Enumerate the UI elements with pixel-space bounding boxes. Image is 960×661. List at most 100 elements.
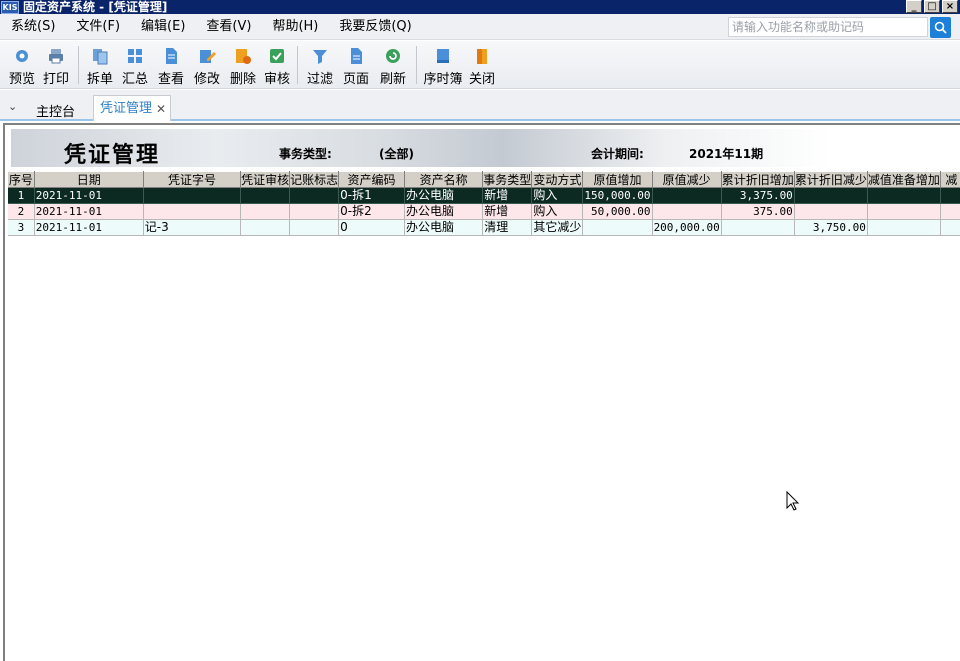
document-icon xyxy=(162,47,180,65)
table-cell: 50,000.00 xyxy=(582,203,653,220)
app-logo-icon: KIS xyxy=(1,0,19,14)
tab-label: 凭证管理 xyxy=(100,101,153,116)
table-cell xyxy=(240,187,291,204)
table-row[interactable]: 1 2021-11-01 0-拆1 办公电脑 新增 购入 150,000.00 … xyxy=(8,187,960,204)
door-exit-icon xyxy=(473,47,491,65)
chevron-down-icon[interactable]: ⌄ xyxy=(8,100,17,113)
table-cell xyxy=(940,203,960,220)
tab-home[interactable]: 主控台 xyxy=(36,101,75,120)
table-cell xyxy=(289,219,340,236)
column-header[interactable]: 凭证审核 xyxy=(240,171,291,188)
table-cell: 0-拆2 xyxy=(338,203,405,220)
period-label: 会计期间: xyxy=(591,147,644,161)
refresh-icon xyxy=(384,47,402,65)
search-input[interactable]: 请输入功能名称或助记码 xyxy=(728,17,928,37)
table-cell: 1 xyxy=(8,187,35,204)
unpack-button[interactable]: 拆单 xyxy=(83,41,117,89)
refresh-button[interactable]: 刷新 xyxy=(374,41,412,89)
type-label: 事务类型: xyxy=(279,147,332,161)
table-cell: 办公电脑 xyxy=(404,187,484,204)
tab-voucher-management[interactable]: 凭证管理 ✕ xyxy=(93,95,171,121)
table-cell xyxy=(143,203,242,220)
table-cell: 3,750.00 xyxy=(794,219,868,236)
table-cell xyxy=(867,187,941,204)
table-cell: 200,000.00 xyxy=(652,219,722,236)
column-header[interactable]: 累计折旧减少 xyxy=(794,171,868,188)
column-header[interactable]: 日期 xyxy=(34,171,144,188)
column-header[interactable]: 累计折旧增加 xyxy=(721,171,795,188)
table-cell: 购入 xyxy=(531,187,584,204)
checkmark-icon xyxy=(268,47,286,65)
table-cell: 375.00 xyxy=(721,203,795,220)
delete-button[interactable]: 删除 xyxy=(225,41,261,89)
modify-button[interactable]: 修改 xyxy=(189,41,225,89)
delete-icon xyxy=(234,47,252,65)
page-icon xyxy=(347,47,365,65)
menu-help[interactable]: 帮助(H) xyxy=(261,14,328,40)
table-cell: 购入 xyxy=(531,203,584,220)
column-header[interactable]: 凭证字号 xyxy=(143,171,242,188)
table-cell: 150,000.00 xyxy=(582,187,653,204)
filter-button[interactable]: 过滤 xyxy=(302,41,338,89)
ledger-icon xyxy=(434,47,452,65)
table-cell: 2021-11-01 xyxy=(34,203,144,220)
page-title: 凭证管理 xyxy=(64,142,161,168)
menu-feedback[interactable]: 我要反馈(Q) xyxy=(328,14,421,40)
printer-icon xyxy=(47,47,65,65)
toolbar-separator xyxy=(416,46,417,84)
menu-edit[interactable]: 编辑(E) xyxy=(130,14,195,40)
table-cell xyxy=(240,203,291,220)
table-cell xyxy=(721,219,795,236)
table-cell: 2021-11-01 xyxy=(34,187,144,204)
preview-button[interactable]: 预览 xyxy=(6,41,38,89)
column-header[interactable]: 原值减少 xyxy=(652,171,722,188)
table-cell: 2 xyxy=(8,203,35,220)
column-header[interactable]: 资产名称 xyxy=(404,171,484,188)
grid-icon xyxy=(126,47,144,65)
window-title: 固定资产系统 - [凭证管理] xyxy=(23,0,168,14)
voucher-grid: 序号 日期 凭证字号 凭证审核 记账标志 资产编码 资产名称 事务类型 变动方式… xyxy=(8,171,960,236)
maximize-button[interactable]: □ xyxy=(924,0,940,13)
table-cell xyxy=(794,203,868,220)
period-value: 2021年11期 xyxy=(689,147,764,161)
column-header[interactable]: 资产编码 xyxy=(338,171,405,188)
table-row[interactable]: 3 2021-11-01 记-3 0 办公电脑 清理 其它减少 200,000.… xyxy=(8,219,960,236)
close-icon[interactable]: ✕ xyxy=(156,96,166,122)
table-cell xyxy=(867,219,941,236)
table-cell: 2021-11-01 xyxy=(34,219,144,236)
view-button[interactable]: 查看 xyxy=(153,41,189,89)
column-header[interactable]: 减值准备增加 xyxy=(867,171,941,188)
table-cell: 清理 xyxy=(482,219,533,236)
table-cell xyxy=(940,187,960,204)
search-button[interactable] xyxy=(930,17,951,38)
toolbar-separator xyxy=(297,46,298,84)
column-header[interactable]: 序号 xyxy=(8,171,35,188)
table-cell: 其它减少 xyxy=(531,219,584,236)
menu-view[interactable]: 查看(V) xyxy=(195,14,261,40)
banner: 凭证管理 事务类型: (全部) 会计期间: 2021年11期 xyxy=(11,129,831,168)
column-header[interactable]: 事务类型 xyxy=(482,171,533,188)
print-button[interactable]: 打印 xyxy=(38,41,74,89)
table-row[interactable]: 2 2021-11-01 0-拆2 办公电脑 新增 购入 50,000.00 3… xyxy=(8,203,960,220)
summary-button[interactable]: 汇总 xyxy=(117,41,153,89)
menu-system[interactable]: 系统(S) xyxy=(0,14,65,40)
table-cell xyxy=(289,203,340,220)
menu-file[interactable]: 文件(F) xyxy=(65,14,130,40)
column-header[interactable]: 原值增加 xyxy=(582,171,653,188)
column-header[interactable]: 变动方式 xyxy=(531,171,584,188)
table-cell: 办公电脑 xyxy=(404,203,484,220)
ledger-button[interactable]: 序时簿 xyxy=(421,41,465,89)
column-header[interactable]: 减 xyxy=(940,171,960,188)
type-value: (全部) xyxy=(379,147,414,161)
page-button[interactable]: 页面 xyxy=(338,41,374,89)
minimize-button[interactable]: _ xyxy=(906,0,922,13)
filter-icon xyxy=(311,47,329,65)
audit-button[interactable]: 审核 xyxy=(261,41,293,89)
table-cell: 3,375.00 xyxy=(721,187,795,204)
close-button[interactable]: 关闭 xyxy=(465,41,499,89)
table-cell xyxy=(652,187,722,204)
close-window-button[interactable]: × xyxy=(942,0,958,13)
table-cell xyxy=(289,187,340,204)
search-icon xyxy=(934,21,947,34)
column-header[interactable]: 记账标志 xyxy=(289,171,340,188)
